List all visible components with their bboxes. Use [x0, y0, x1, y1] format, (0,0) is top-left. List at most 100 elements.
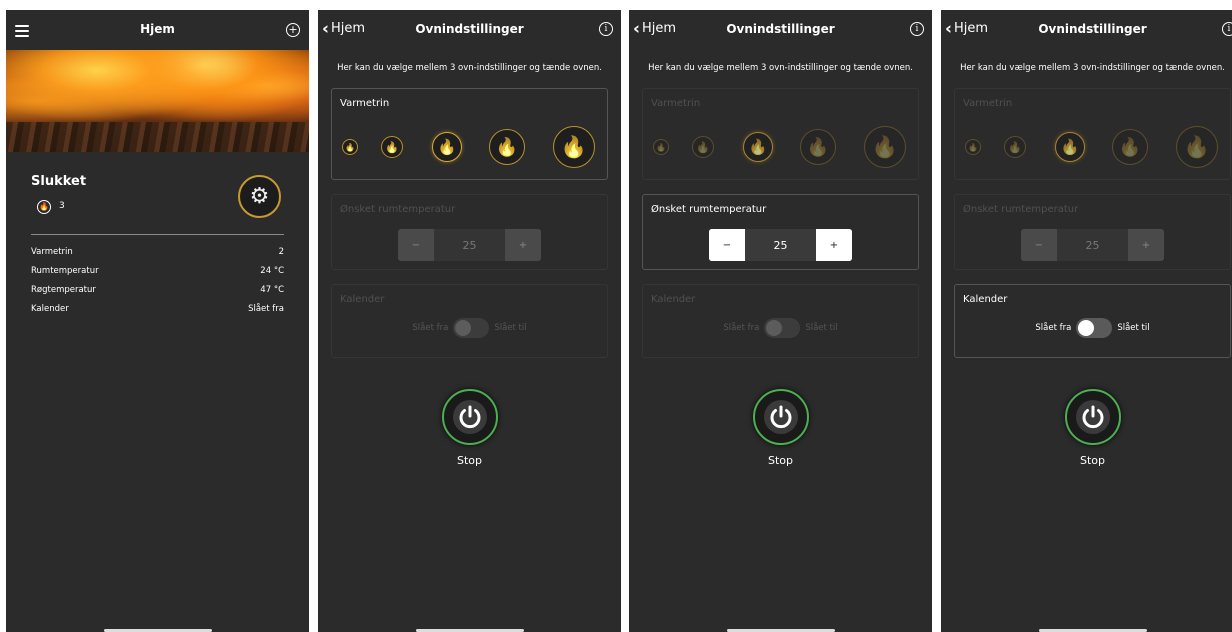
- power-icon: [453, 400, 487, 434]
- calendar-toggle[interactable]: [453, 318, 490, 338]
- flame-icon: 🔥: [806, 136, 830, 158]
- calendar-toggle-row: Slået fra Slået til: [955, 318, 1230, 338]
- stop-label: Stop: [1079, 454, 1105, 467]
- heat-level-1-button[interactable]: 🔥: [653, 139, 669, 155]
- heat-level-card: Varmetrin 🔥 🔥 🔥 🔥 🔥: [331, 88, 608, 180]
- flame-icon: 🔥: [656, 142, 666, 152]
- calendar-card: Kalender Slået fra Slået til: [954, 284, 1231, 358]
- info-row-label: Varmetrin: [31, 247, 73, 257]
- room-temperature-card: Ønsket rumtemperatur − 25 +: [331, 194, 608, 270]
- heat-level-value: 3: [59, 201, 65, 211]
- flame-icon: 🔥: [968, 142, 978, 152]
- heat-level-3-button[interactable]: 🔥: [1055, 132, 1085, 162]
- heat-level-5-button[interactable]: 🔥: [553, 126, 595, 168]
- calendar-on-label: Slået til: [494, 323, 527, 333]
- calendar-toggle-row: Slået fra Slået til: [643, 318, 918, 338]
- page-title: Hjem: [140, 22, 175, 36]
- top-bar: Hjem +: [6, 10, 309, 50]
- decrease-button[interactable]: −: [709, 229, 745, 261]
- calendar-off-label: Slået fra: [1035, 323, 1072, 333]
- heat-level-2-button[interactable]: 🔥: [692, 136, 714, 158]
- temperature-value: 25: [1057, 229, 1128, 261]
- intro-text: Her kan du vælge mellem 3 ovn-indstillin…: [337, 63, 602, 73]
- power-icon: [764, 400, 798, 434]
- temperature-stepper: − 25 +: [709, 229, 852, 261]
- heat-level-label: Varmetrin: [963, 98, 1013, 109]
- heat-level-2-button[interactable]: 🔥: [1004, 136, 1026, 158]
- calendar-card: Kalender Slået fra Slået til: [642, 284, 919, 358]
- info-row-value: 47 °C: [260, 285, 284, 295]
- stop-label: Stop: [767, 454, 793, 467]
- info-icon[interactable]: i: [910, 22, 924, 36]
- heat-level-5-button[interactable]: 🔥: [1176, 126, 1218, 168]
- heat-level-4-button[interactable]: 🔥: [489, 129, 525, 165]
- heat-level-1-button[interactable]: 🔥: [965, 139, 981, 155]
- flame-icon: 🔥: [437, 138, 457, 156]
- temperature-value: 25: [745, 229, 816, 261]
- flame-icon: 🔥: [1008, 140, 1022, 154]
- heat-level-label: Varmetrin: [340, 98, 390, 109]
- stove-status: Slukket: [31, 174, 87, 189]
- info-icon[interactable]: i: [599, 22, 613, 36]
- calendar-card: Kalender Slået fra Slået til: [331, 284, 608, 358]
- info-row: Røgtemperatur 47 °C: [31, 285, 284, 295]
- page-title: Ovnindstillinger: [1038, 22, 1147, 36]
- add-icon[interactable]: +: [286, 23, 300, 37]
- heat-level-5-button[interactable]: 🔥: [864, 126, 906, 168]
- flame-icon: 🔥: [748, 138, 768, 156]
- heat-level-card: Varmetrin 🔥 🔥 🔥 🔥 🔥: [954, 88, 1231, 180]
- page-title: Ovnindstillinger: [415, 22, 524, 36]
- info-row-label: Røgtemperatur: [31, 285, 96, 295]
- decrease-button[interactable]: −: [398, 229, 434, 261]
- info-row-value: Slået fra: [248, 304, 284, 314]
- intro-text: Her kan du vælge mellem 3 ovn-indstillin…: [960, 63, 1225, 73]
- fire-image: [6, 50, 309, 152]
- room-temperature-card: Ønsket rumtemperatur − 25 +: [954, 194, 1231, 270]
- power-icon: [1076, 400, 1110, 434]
- flame-icon: 🔥: [495, 136, 519, 158]
- heat-level-3-button[interactable]: 🔥: [432, 132, 462, 162]
- page-title: Ovnindstillinger: [726, 22, 835, 36]
- calendar-toggle-row: Slået fra Slået til: [332, 318, 607, 338]
- info-row-value: 2: [278, 247, 284, 257]
- heat-level-card: Varmetrin 🔥 🔥 🔥 🔥 🔥: [642, 88, 919, 180]
- calendar-on-label: Slået til: [1117, 323, 1150, 333]
- top-bar: ‹ Hjem Ovnindstillinger i: [941, 10, 1232, 50]
- flame-icon: 🔥: [696, 140, 710, 154]
- settings-screen-temperature: ‹ Hjem Ovnindstillinger i Her kan du væl…: [629, 10, 932, 632]
- room-temperature-label: Ønsket rumtemperatur: [651, 204, 767, 215]
- increase-button[interactable]: +: [505, 229, 541, 261]
- calendar-label: Kalender: [340, 294, 385, 305]
- top-bar: ‹ Hjem Ovnindstillinger i: [629, 10, 932, 50]
- intro-text: Her kan du vælge mellem 3 ovn-indstillin…: [648, 63, 913, 73]
- increase-button[interactable]: +: [816, 229, 852, 261]
- calendar-toggle[interactable]: [764, 318, 801, 338]
- flame-icon: 🔥: [37, 200, 51, 214]
- heat-level-4-button[interactable]: 🔥: [1112, 129, 1148, 165]
- divider: [31, 234, 284, 235]
- info-row: Rumtemperatur 24 °C: [31, 266, 284, 276]
- decrease-button[interactable]: −: [1021, 229, 1057, 261]
- info-row: Varmetrin 2: [31, 247, 284, 257]
- heat-level-1-button[interactable]: 🔥: [342, 139, 358, 155]
- heat-level-4-button[interactable]: 🔥: [800, 129, 836, 165]
- heat-level-3-button[interactable]: 🔥: [743, 132, 773, 162]
- power-button[interactable]: [1065, 389, 1121, 445]
- heat-level-2-button[interactable]: 🔥: [381, 136, 403, 158]
- room-temperature-label: Ønsket rumtemperatur: [963, 204, 1079, 215]
- calendar-toggle[interactable]: [1076, 318, 1113, 338]
- flame-icon: 🔥: [1118, 136, 1142, 158]
- temperature-stepper: − 25 +: [398, 229, 541, 261]
- increase-button[interactable]: +: [1128, 229, 1164, 261]
- settings-gear-button[interactable]: ⚙: [238, 175, 281, 218]
- power-button[interactable]: [753, 389, 809, 445]
- calendar-off-label: Slået fra: [723, 323, 760, 333]
- top-bar: ‹ Hjem Ovnindstillinger i: [318, 10, 621, 50]
- flame-icon: 🔥: [1183, 134, 1211, 159]
- gear-icon: ⚙: [249, 184, 270, 209]
- room-temperature-card: Ønsket rumtemperatur − 25 +: [642, 194, 919, 270]
- info-icon[interactable]: i: [1222, 22, 1232, 36]
- calendar-off-label: Slået fra: [412, 323, 449, 333]
- power-button[interactable]: [442, 389, 498, 445]
- flame-icon: 🔥: [871, 134, 899, 159]
